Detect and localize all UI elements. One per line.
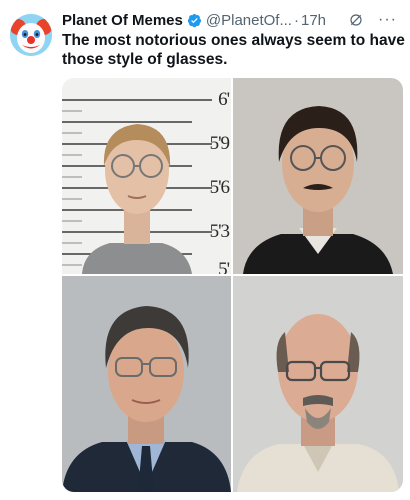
mugshot-photo-4 [233, 276, 403, 492]
handle[interactable]: @PlanetOf... [206, 12, 292, 29]
separator-dot: · [293, 11, 299, 29]
mugshot-photo-1 [62, 78, 231, 274]
mugshot-photo-2 [233, 78, 403, 274]
clown-avatar-icon [10, 14, 52, 56]
height-label: 6' [218, 89, 230, 110]
height-label: 5'9 [209, 133, 230, 154]
media-photo-4[interactable] [233, 276, 403, 492]
more-icon[interactable]: ··· [378, 12, 397, 28]
media-photo-3[interactable] [62, 276, 231, 492]
height-label: 5' [218, 259, 230, 274]
media-photo-1[interactable]: 6' 5'9 5'6 5'3 5' [62, 78, 231, 274]
display-name[interactable]: Planet Of Memes [62, 12, 183, 29]
grok-icon[interactable] [348, 12, 364, 28]
tweet-text: The most notorious ones always seem to h… [62, 32, 405, 68]
height-label: 5'6 [209, 177, 230, 198]
avatar[interactable] [10, 14, 52, 56]
portrait-photo-3 [62, 276, 231, 492]
media-grid[interactable]: 6' 5'9 5'6 5'3 5' [62, 78, 403, 492]
tweet-header: Planet Of Memes @PlanetOf... · 17h ··· [62, 9, 402, 31]
height-label: 5'3 [209, 221, 230, 242]
timestamp[interactable]: 17h [301, 12, 326, 29]
media-photo-2[interactable] [233, 78, 403, 274]
verified-badge-icon [187, 13, 201, 27]
